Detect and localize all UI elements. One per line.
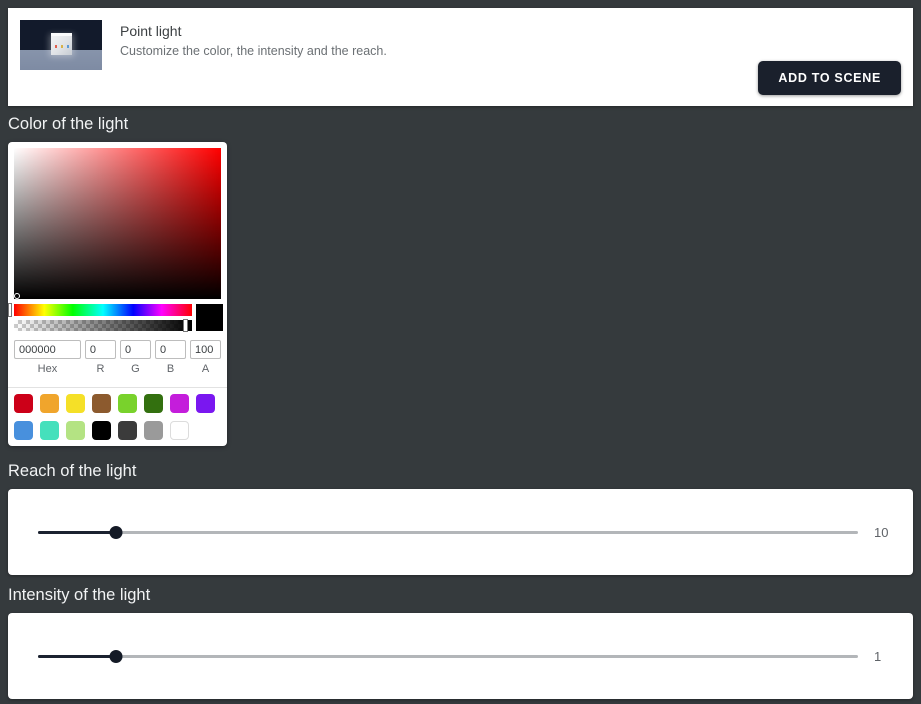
swatch-pale-green[interactable] — [66, 421, 85, 440]
thumbnail-cube-dot-blue — [67, 45, 69, 48]
alpha-slider[interactable] — [14, 320, 192, 331]
intensity-slider-value: 1 — [874, 648, 882, 664]
reach-slider-track-fill — [38, 530, 116, 534]
alpha-slider-handle[interactable] — [183, 319, 188, 332]
swatch-orange[interactable] — [40, 394, 59, 413]
point-light-preview-thumbnail — [20, 20, 102, 70]
swatch-brown[interactable] — [92, 394, 111, 413]
hex-input[interactable] — [14, 340, 81, 359]
hue-slider-handle[interactable] — [8, 303, 12, 317]
current-color-preview — [196, 304, 223, 331]
swatch-gray[interactable] — [144, 421, 163, 440]
reach-slider-card: 10 — [8, 489, 913, 575]
saturation-pointer[interactable] — [14, 293, 20, 299]
swatch-dark-green[interactable] — [144, 394, 163, 413]
header-text-block: Point light Customize the color, the int… — [120, 20, 387, 60]
preset-swatch-grid — [14, 394, 221, 440]
alpha-input[interactable] — [190, 340, 222, 359]
reach-slider-value: 10 — [874, 524, 889, 540]
color-picker-panel[interactable]: Hex R G B A — [8, 142, 227, 446]
swatch-red[interactable] — [14, 394, 33, 413]
swatch-light-green[interactable] — [118, 394, 137, 413]
blue-label: B — [166, 363, 175, 375]
red-input[interactable] — [84, 340, 116, 359]
swatch-yellow[interactable] — [66, 394, 85, 413]
intensity-slider-thumb[interactable] — [109, 649, 123, 663]
red-label: R — [96, 363, 105, 375]
reach-slider-track[interactable] — [38, 530, 858, 534]
green-input[interactable] — [119, 340, 151, 359]
green-field-group: G — [119, 340, 151, 375]
alpha-label: A — [201, 363, 210, 375]
thumbnail-cube-dot-yellow — [61, 45, 63, 48]
blue-field-group: B — [154, 340, 186, 375]
color-value-fields: Hex R G B A — [14, 340, 222, 375]
hue-slider[interactable] — [14, 304, 192, 316]
hex-label: Hex — [37, 363, 58, 375]
alpha-field-group: A — [190, 340, 222, 375]
page-subtitle: Customize the color, the intensity and t… — [120, 44, 387, 58]
intensity-slider-card: 1 — [8, 613, 913, 699]
swatch-blue[interactable] — [14, 421, 33, 440]
reach-section-heading: Reach of the light — [8, 462, 137, 480]
swatch-purple[interactable] — [196, 394, 215, 413]
red-field-group: R — [84, 340, 116, 375]
intensity-slider-row: 1 — [8, 613, 913, 699]
swatch-white[interactable] — [170, 421, 189, 440]
swatch-divider — [8, 387, 227, 388]
swatch-turquoise[interactable] — [40, 421, 59, 440]
intensity-slider[interactable] — [38, 647, 858, 665]
swatch-dark-gray[interactable] — [118, 421, 137, 440]
point-light-header-card: Point light Customize the color, the int… — [8, 8, 913, 106]
reach-slider-thumb[interactable] — [109, 525, 123, 539]
add-to-scene-button[interactable]: ADD TO SCENE — [758, 61, 901, 95]
reach-slider[interactable] — [38, 523, 858, 541]
swatch-magenta[interactable] — [170, 394, 189, 413]
reach-slider-row: 10 — [8, 489, 913, 575]
color-section-heading: Color of the light — [8, 115, 129, 133]
page-title: Point light — [120, 23, 182, 39]
intensity-slider-track[interactable] — [38, 654, 858, 658]
blue-input[interactable] — [154, 340, 186, 359]
thumbnail-cube-dot-red — [55, 45, 57, 48]
swatch-black[interactable] — [92, 421, 111, 440]
intensity-slider-track-fill — [38, 654, 116, 658]
green-label: G — [131, 363, 140, 375]
intensity-section-heading: Intensity of the light — [8, 586, 151, 604]
hex-field-group: Hex — [14, 340, 81, 375]
saturation-value-area[interactable] — [14, 148, 221, 299]
